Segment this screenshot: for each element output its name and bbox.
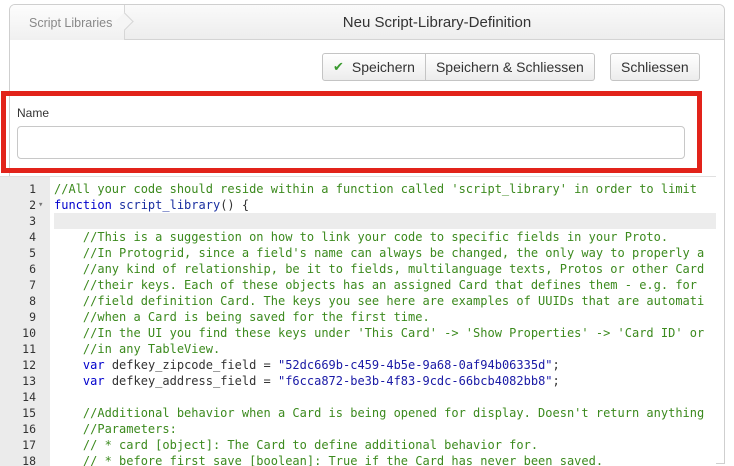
line-number: 3 [29,214,36,228]
code-text: //All your code should reside within a f… [54,182,697,196]
title-bar: Script Libraries Neu Script-Library-Defi… [10,5,724,40]
code-text: var defkey_zipcode_field = "52dc669b-c45… [82,358,560,372]
code-line[interactable]: 15 //Additional behavior when a Card is … [0,405,716,421]
check-icon: ✔ [333,59,344,74]
code-text: //when a Card is being saved for the fir… [82,310,430,324]
code-text: //This is a suggestion on how to link yo… [82,230,669,244]
code-text: // * card [object]: The Card to define a… [82,438,539,452]
name-label: Name [17,106,50,120]
code-text: //their keys. Each of these objects has … [82,278,697,292]
line-number: 18 [22,454,36,466]
line-number: 5 [29,246,36,260]
code-text: //In Protogrid, since a field's name can… [82,246,705,260]
breadcrumb-label: Script Libraries [29,15,113,30]
line-number: 4 [29,230,36,244]
toolbar: ✔ Speichern Speichern & Schliessen Schli… [10,40,724,95]
code-line[interactable]: 2 ▾ function script_library() { [0,197,716,213]
breadcrumb-script-libraries[interactable]: Script Libraries [10,5,135,40]
fold-toggle-icon[interactable]: ▾ [38,197,48,213]
line-number: 10 [22,326,36,340]
line-number: 1 [29,182,36,196]
line-number: 14 [22,390,36,404]
line-number: 2 [29,198,36,212]
code-line[interactable]: 4 //This is a suggestion on how to link … [0,229,716,245]
line-number: 16 [22,422,36,436]
breadcrumb-arrow [115,12,135,31]
line-number: 8 [29,294,36,308]
code-line[interactable]: 6 //any kind of relationship, be it to f… [0,261,716,277]
code-text: ​ [54,389,716,405]
code-line[interactable]: 11 //in any TableView. [0,341,716,357]
code-line[interactable]: 16 //Parameters: [0,421,716,437]
code-text: // * before_first_save [boolean]: True i… [82,454,604,466]
code-line[interactable]: 7 //their keys. Each of these objects ha… [0,277,716,293]
code-text: //Additional behavior when a Card is bei… [82,406,705,420]
code-text: //In the UI you find these keys under 'T… [82,326,705,340]
save-button[interactable]: ✔ Speichern [322,53,426,81]
line-number: 12 [22,358,36,372]
line-number: 15 [22,406,36,420]
line-number: 7 [29,278,36,292]
code-line[interactable]: 5 //In Protogrid, since a field's name c… [0,245,716,261]
line-number: 9 [29,310,36,324]
code-line[interactable]: 12 var defkey_zipcode_field = "52dc669b-… [0,357,716,373]
code-line[interactable]: 3​ [0,213,716,229]
code-line[interactable]: 13 var defkey_address_field = "f6cca872-… [0,373,716,389]
line-number: 13 [22,374,36,388]
code-text: ​ [54,213,716,229]
code-editor[interactable]: 1 //All your code should reside within a … [0,176,716,466]
code-text: function script_library() { [54,198,250,212]
window-title: Neu Script-Library-Definition [342,14,532,31]
save-and-close-button[interactable]: Speichern & Schliessen [425,53,595,81]
line-number: 6 [29,262,36,276]
code-text: //in any TableView. [82,342,221,356]
code-line[interactable]: 9 //when a Card is being saved for the f… [0,309,716,325]
code-text: //any kind of relationship, be it to fie… [82,262,705,276]
code-line[interactable]: 17 // * card [object]: The Card to defin… [0,437,716,453]
code-text: //Parameters: [82,422,177,436]
close-button[interactable]: Schliessen [610,53,700,81]
save-label: Speichern [351,59,415,75]
code-line[interactable]: 8 //field definition Card. The keys you … [0,293,716,309]
code-text: var defkey_address_field = "f6cca872-be3… [82,374,560,388]
code-text: //field definition Card. The keys you se… [82,294,705,308]
code-line[interactable]: 10 //In the UI you find these keys under… [0,325,716,341]
name-input[interactable] [17,126,685,159]
code-line[interactable]: 14 ​ [0,389,716,405]
code-line[interactable]: 18 // * before_first_save [boolean]: Tru… [0,453,716,466]
save-button-group: ✔ Speichern Speichern & Schliessen [322,53,595,81]
code-line[interactable]: 1 //All your code should reside within a … [0,181,716,197]
line-number: 17 [22,438,36,452]
line-number: 11 [22,342,36,356]
